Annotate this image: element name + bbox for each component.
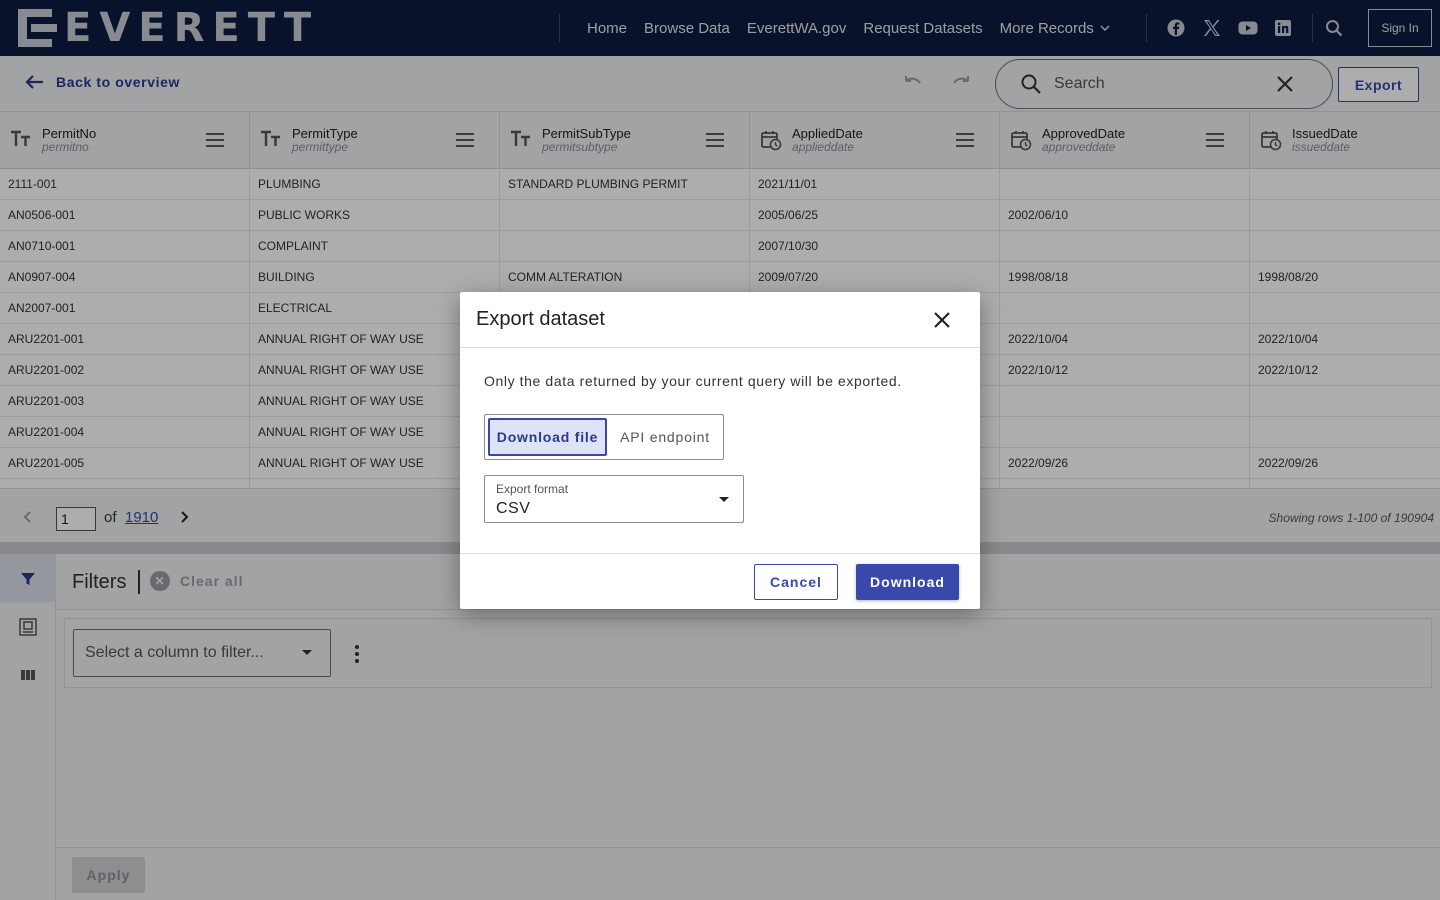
export-format-value: CSV — [496, 500, 531, 517]
export-format-select[interactable]: Export format CSV — [484, 475, 744, 523]
dialog-title: Export dataset — [476, 308, 605, 330]
dialog-description: Only the data returned by your current q… — [484, 373, 902, 389]
api-endpoint-tab[interactable]: API endpoint — [610, 418, 720, 456]
dropdown-arrow-icon — [719, 497, 729, 502]
export-format-label: Export format — [496, 482, 569, 496]
dialog-header: Export dataset — [460, 292, 980, 348]
download-button[interactable]: Download — [856, 564, 959, 600]
dialog-footer: Cancel Download — [460, 553, 980, 609]
close-icon[interactable] — [930, 308, 954, 332]
export-mode-toggle: Download file API endpoint — [484, 414, 724, 460]
export-dialog: Export dataset Only the data returned by… — [460, 292, 980, 609]
download-file-tab[interactable]: Download file — [488, 418, 607, 456]
cancel-button[interactable]: Cancel — [754, 564, 838, 600]
